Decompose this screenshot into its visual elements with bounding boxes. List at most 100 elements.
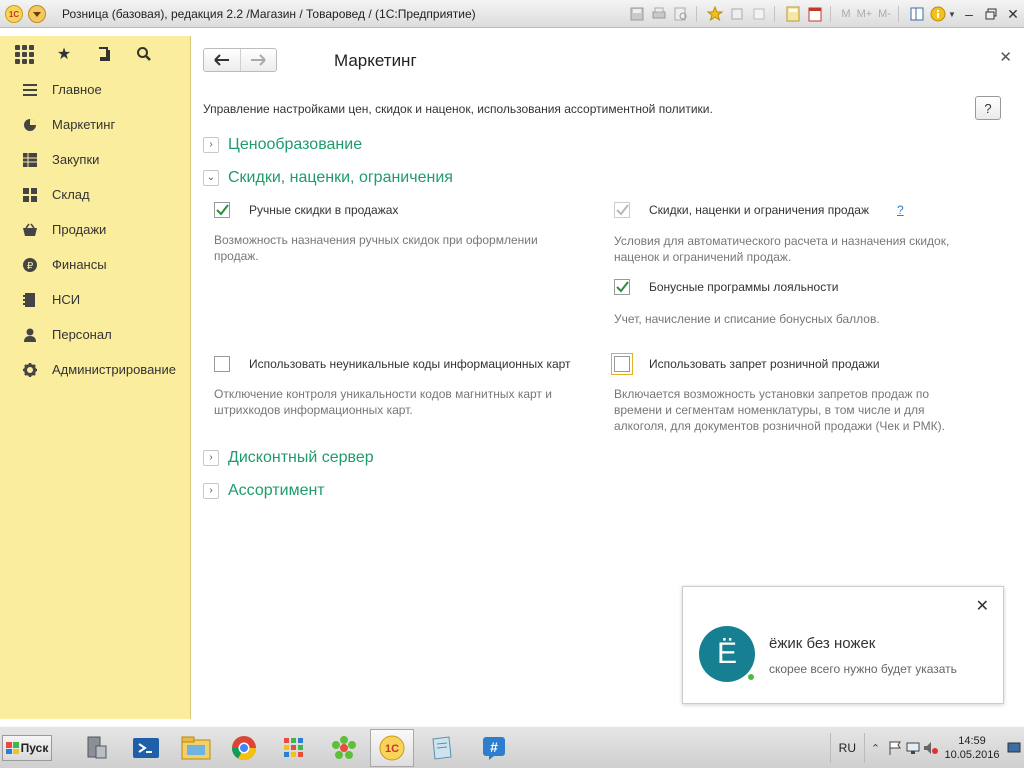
help-button[interactable]: ? <box>975 96 1001 120</box>
sidebar-item-warehouse[interactable]: Склад <box>0 177 190 212</box>
1c-enterprise-icon[interactable]: 1С <box>370 729 414 767</box>
nonunique-codes-checkbox[interactable] <box>214 356 230 372</box>
navigation-buttons <box>203 48 277 72</box>
option-hint: Учет, начисление и списание бонусных бал… <box>614 312 880 326</box>
svg-text:₽: ₽ <box>27 261 34 272</box>
sidebar-item-personnel[interactable]: Персонал <box>0 317 190 352</box>
option-hint: Включается возможность установки запрето… <box>614 387 945 433</box>
option-label: Бонусные программы лояльности <box>649 280 839 294</box>
search-icon[interactable] <box>134 44 154 64</box>
chevron-down-icon: ⌄ <box>203 170 219 186</box>
close-icon[interactable]: ✕ <box>999 48 1012 66</box>
app-logo-icon: 1С <box>5 5 23 23</box>
notification-popup[interactable]: ✕ Ё ёжик без ножек скорее всего нужно бу… <box>682 586 1004 704</box>
page-title: Маркетинг <box>334 51 417 70</box>
gear-icon <box>23 362 37 377</box>
group-label: Скидки, наценки, ограничения <box>228 169 453 186</box>
taskbar: Пуск 1С # RU ⌃ 14:59 10.05.2016 <box>0 726 1024 768</box>
sidebar-item-nsi[interactable]: НСИ <box>0 282 190 317</box>
toolbar-separator <box>696 6 704 22</box>
group-discounts[interactable]: ⌄ Скидки, наценки, ограничения <box>203 169 453 187</box>
memory-minus-button[interactable]: M- <box>875 4 894 24</box>
sidebar-item-administration[interactable]: Администрирование <box>0 352 190 387</box>
option-hint: Возможность назначения ручных скидок при… <box>214 233 538 263</box>
manual-discounts-checkbox[interactable] <box>214 202 230 218</box>
sidebar-item-label: Продажи <box>52 222 107 237</box>
option-auto-discounts: Скидки, наценки и ограничения продаж ? <box>614 202 904 218</box>
restore-button[interactable] <box>980 4 1002 24</box>
sidebar-item-finance[interactable]: ₽ Финансы <box>0 247 190 282</box>
bonus-programs-checkbox[interactable] <box>614 279 630 295</box>
sidebar-item-purchases[interactable]: Закупки <box>0 142 190 177</box>
panels-icon[interactable] <box>906 4 928 24</box>
notes-icon[interactable] <box>420 729 464 767</box>
main-menu-button[interactable] <box>28 5 46 23</box>
back-button[interactable] <box>204 49 241 71</box>
page-description: Управление настройками цен, скидок и нац… <box>203 102 713 116</box>
sidebar-item-marketing[interactable]: Маркетинг <box>0 107 190 142</box>
sidebar-item-main[interactable]: Главное <box>0 72 190 107</box>
show-desktop-icon[interactable] <box>1004 727 1024 768</box>
notification-text: скорее всего нужно будет указать <box>769 662 957 676</box>
refresh-icon[interactable] <box>748 4 770 24</box>
volume-muted-icon[interactable] <box>922 739 940 757</box>
group-discount-server[interactable]: › Дисконтный сервер <box>203 449 374 467</box>
preview-icon[interactable] <box>670 4 692 24</box>
avatar: Ё <box>699 626 755 682</box>
server-manager-icon[interactable] <box>74 729 118 767</box>
app-grid-icon[interactable] <box>14 44 34 64</box>
close-icon[interactable]: ✕ <box>976 596 989 616</box>
calculator-icon[interactable] <box>782 4 804 24</box>
flag-icon[interactable] <box>886 739 904 757</box>
ruble-icon: ₽ <box>23 257 37 272</box>
clock-date: 10.05.2016 <box>944 749 1000 761</box>
info-icon[interactable]: ▼ <box>928 4 958 24</box>
auto-discounts-checkbox[interactable] <box>614 202 630 218</box>
option-bonus-programs: Бонусные программы лояльности <box>614 279 838 295</box>
option-label: Использовать запрет розничной продажи <box>649 357 880 371</box>
start-button[interactable]: Пуск <box>2 735 52 761</box>
calendar-icon[interactable] <box>804 4 826 24</box>
link-icon[interactable] <box>726 4 748 24</box>
group-label: Дисконтный сервер <box>228 449 374 466</box>
history-icon[interactable] <box>94 44 114 64</box>
language-indicator[interactable]: RU <box>829 733 864 763</box>
help-link[interactable]: ? <box>897 203 904 217</box>
powershell-icon[interactable] <box>124 729 168 767</box>
forward-button[interactable] <box>241 49 277 71</box>
system-tray: RU ⌃ 14:59 10.05.2016 <box>829 727 1024 768</box>
memory-plus-button[interactable]: M+ <box>854 4 876 24</box>
table-icon <box>23 152 37 167</box>
option-hint: Условия для автоматического расчета и на… <box>614 234 950 264</box>
minimize-button[interactable]: – <box>958 4 980 24</box>
group-assortment[interactable]: › Ассортимент <box>203 482 325 500</box>
titlebar-toolbar: M M+ M- ▼ – ✕ <box>626 3 1024 25</box>
hashtag-chat-icon[interactable]: # <box>472 729 516 767</box>
clock[interactable]: 14:59 10.05.2016 <box>940 734 1004 762</box>
chevron-right-icon: › <box>203 137 219 153</box>
book-icon <box>23 292 37 307</box>
group-pricing[interactable]: › Ценообразование <box>203 136 362 154</box>
person-icon <box>23 328 37 342</box>
print-icon[interactable] <box>648 4 670 24</box>
save-icon[interactable] <box>626 4 648 24</box>
chevron-right-icon: › <box>203 483 219 499</box>
favorites-add-icon[interactable] <box>704 4 726 24</box>
file-explorer-icon[interactable] <box>174 729 218 767</box>
sidebar-item-sales[interactable]: Продажи <box>0 212 190 247</box>
sales-ban-checkbox[interactable] <box>611 353 633 375</box>
pie-chart-icon <box>23 118 37 132</box>
chrome-icon[interactable] <box>222 729 266 767</box>
window-close-button[interactable]: ✕ <box>1002 4 1024 24</box>
app-grid-icon[interactable] <box>272 729 316 767</box>
chevron-up-icon[interactable]: ⌃ <box>864 733 886 763</box>
icq-flower-icon[interactable] <box>322 729 366 767</box>
option-label: Использовать неуникальные коды информаци… <box>249 357 571 371</box>
option-label: Ручные скидки в продажах <box>249 203 399 217</box>
memory-m-button[interactable]: M <box>838 4 853 24</box>
group-label: Ценообразование <box>228 136 363 153</box>
sidebar-item-label: Склад <box>52 187 90 202</box>
option-hint: Отключение контроля уникальности кодов м… <box>214 387 552 417</box>
network-icon[interactable] <box>904 739 922 757</box>
star-icon[interactable]: ★ <box>54 44 74 64</box>
